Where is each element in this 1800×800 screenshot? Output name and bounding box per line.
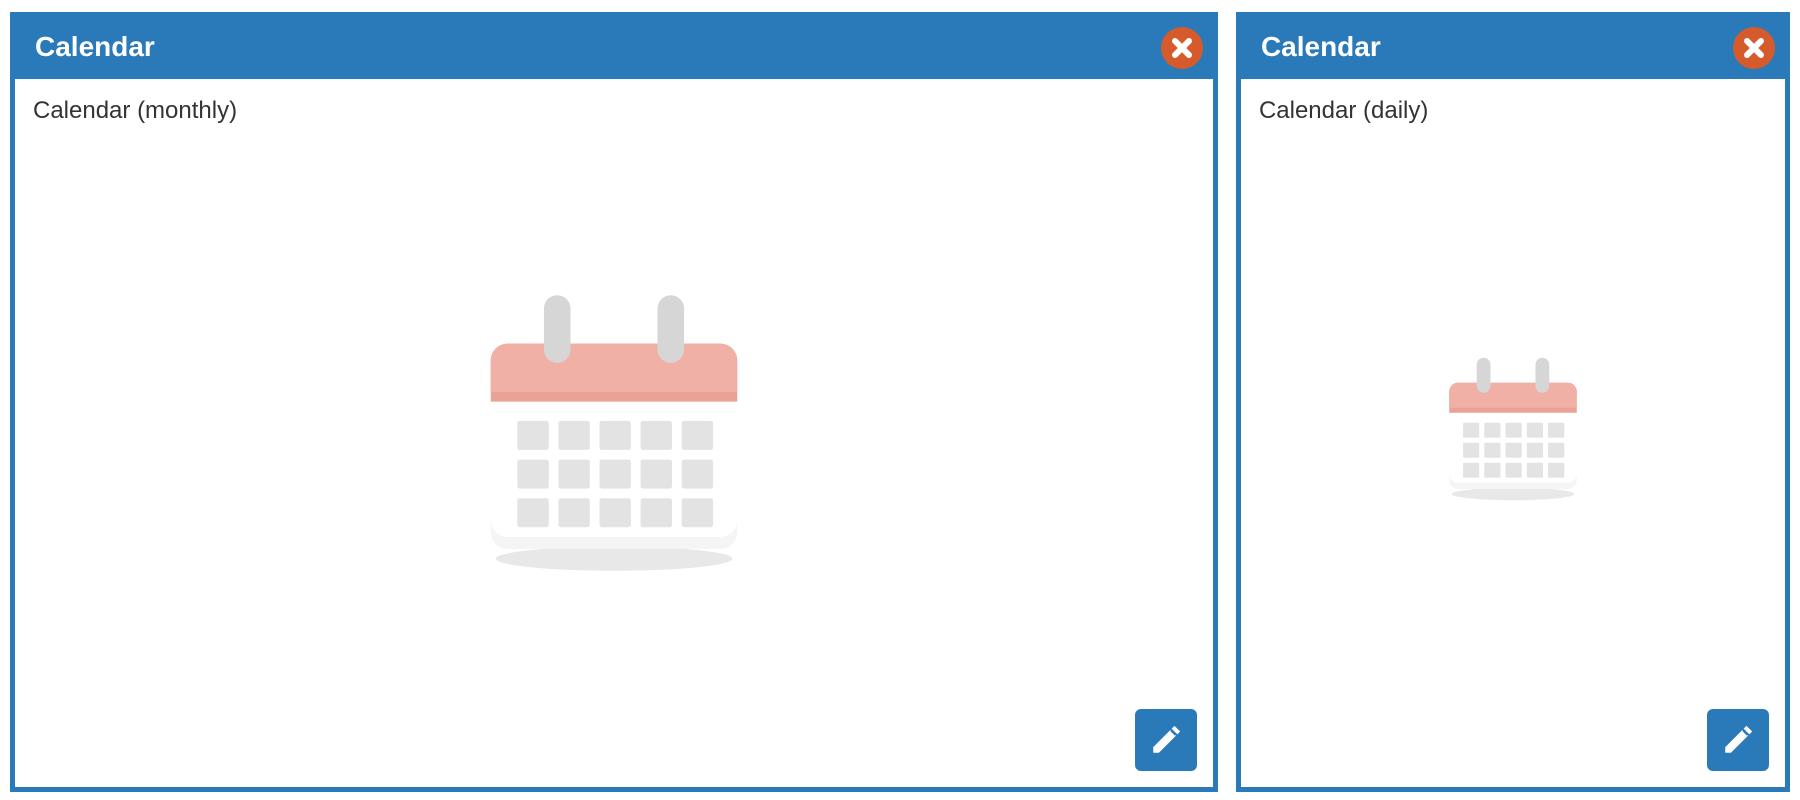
pencil-icon bbox=[1149, 723, 1183, 757]
calendar-icon bbox=[469, 259, 759, 578]
panel-title: Calendar bbox=[35, 31, 155, 63]
edit-button[interactable] bbox=[1135, 709, 1197, 771]
close-icon bbox=[1742, 36, 1766, 60]
close-icon bbox=[1170, 36, 1194, 60]
pencil-icon bbox=[1721, 723, 1755, 757]
calendar-panel-monthly: Calendar Calendar (monthly) bbox=[10, 12, 1218, 792]
calendar-panel-daily: Calendar Calendar (daily) bbox=[1236, 12, 1790, 792]
panel-subtitle: Calendar (daily) bbox=[1241, 79, 1785, 125]
panel-body: Calendar (daily) bbox=[1241, 79, 1785, 787]
panel-body: Calendar (monthly) bbox=[15, 79, 1213, 787]
edit-button[interactable] bbox=[1707, 709, 1769, 771]
panel-title: Calendar bbox=[1261, 31, 1381, 63]
panel-subtitle: Calendar (monthly) bbox=[15, 79, 1213, 125]
close-button[interactable] bbox=[1161, 27, 1203, 69]
panel-header: Calendar bbox=[1241, 17, 1785, 79]
calendar-icon bbox=[1438, 339, 1588, 507]
panel-header: Calendar bbox=[15, 17, 1213, 79]
close-button[interactable] bbox=[1733, 27, 1775, 69]
